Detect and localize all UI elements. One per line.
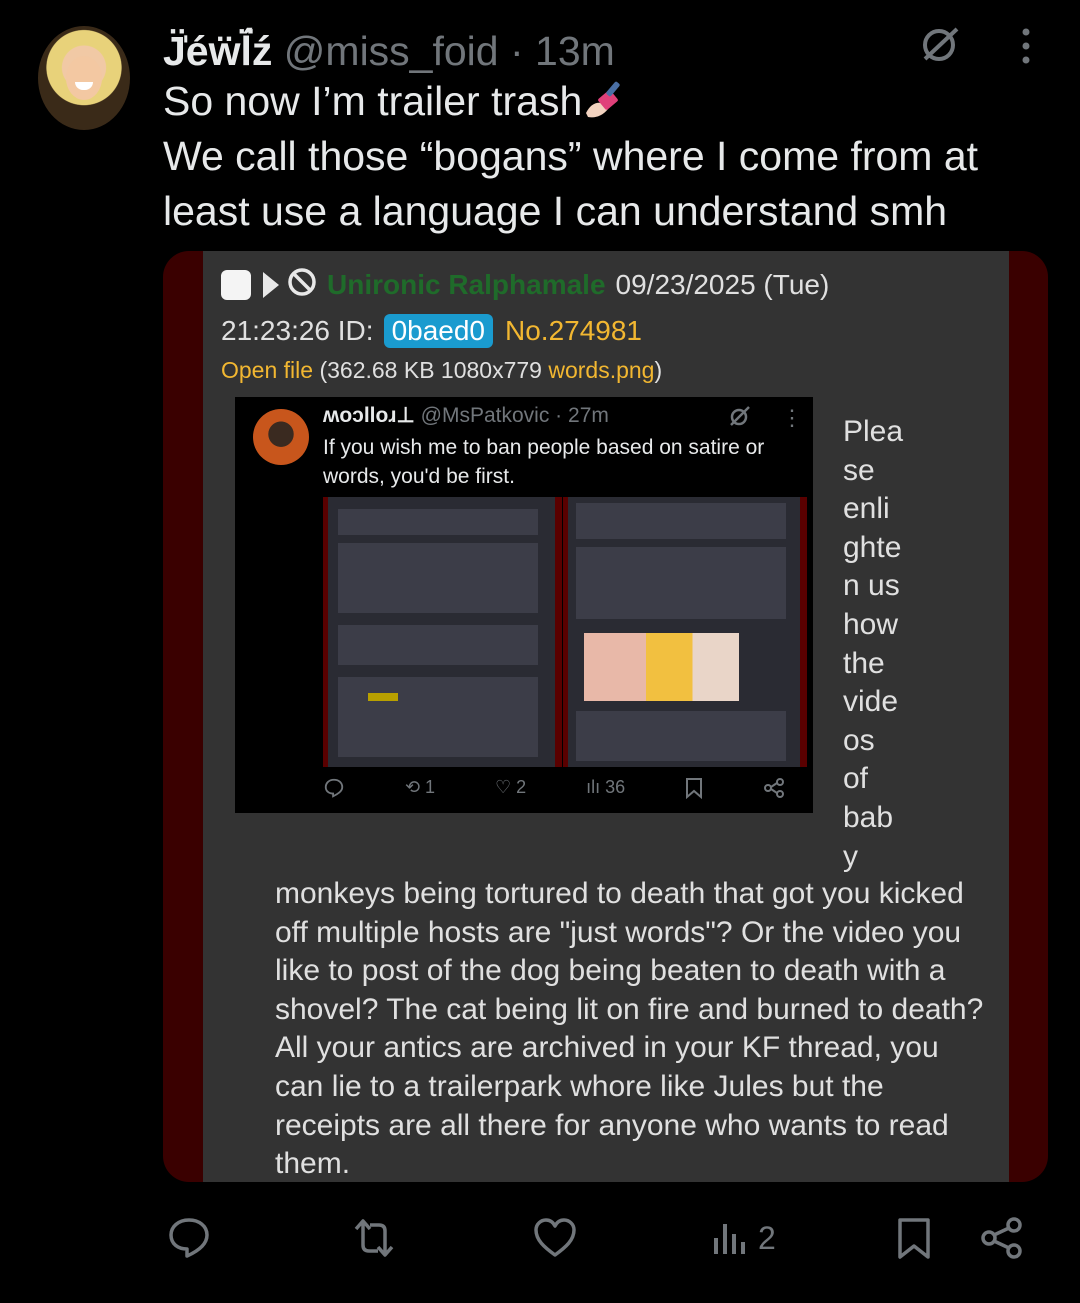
embedded-anime-image	[584, 633, 739, 701]
embedded-share-icon	[763, 777, 785, 804]
embedded-handle: @MsPatkovic	[420, 404, 550, 427]
more-options-icon[interactable]	[1004, 22, 1048, 66]
post-side-text-line: n us	[843, 569, 900, 603]
post-date: 09/23/2025 (Tue)	[615, 269, 830, 300]
post-side-text-line: Plea	[843, 415, 904, 448]
tweet-text-line1: So now I’m trailer trash	[163, 78, 583, 124]
nail-polish-emoji-icon	[582, 78, 626, 118]
views-icon	[712, 1218, 748, 1258]
views-count: 2	[758, 1219, 776, 1256]
tweet-action-bar: 2	[0, 1208, 1080, 1268]
post-panel: Unironic Ralphamale 09/23/2025 (Tue) 21:…	[203, 251, 1009, 1182]
timestamp[interactable]: 13m	[535, 28, 615, 74]
reply-button[interactable]	[166, 1208, 212, 1268]
avatar[interactable]	[38, 26, 130, 130]
poster-name: Unironic Ralphamale	[327, 269, 606, 300]
post-checkbox	[221, 270, 251, 300]
embedded-reply-icon	[323, 777, 345, 804]
embedded-avatar	[253, 409, 309, 465]
post-side-text-line: of	[843, 762, 869, 796]
file-info-close: )	[654, 357, 663, 383]
open-file-link: Open file	[221, 357, 314, 383]
embedded-tweet-image: ʍoɔlloɹ⊥ @MsPatkovic · 27m ⋮ If you wish…	[235, 397, 813, 813]
embedded-bookmark-icon	[685, 777, 703, 804]
post-side-text: Plea se enli ghte n us how the vide os of bab y	[843, 413, 943, 876]
file-name-link: words.png	[548, 357, 655, 383]
tweet-text: So now I’m trailer trash We call those “…	[163, 74, 1043, 239]
post-side-text-line: enli	[843, 492, 890, 526]
avatar-face	[66, 56, 102, 100]
embedded-more-icon: ⋮	[781, 405, 803, 430]
embedded-header: ʍoɔlloɹ⊥ @MsPatkovic · 27m	[323, 403, 609, 428]
retweet-button[interactable]	[350, 1208, 398, 1268]
post-side-text-line: os	[843, 723, 875, 757]
bookmark-icon	[894, 1215, 934, 1261]
heart-icon	[532, 1215, 578, 1261]
embedded-like: ♡ 2	[494, 777, 527, 797]
post-side-text-line: y	[843, 839, 858, 873]
tweet-text-rest: We call those “bogans” where I come from…	[163, 133, 979, 234]
handle[interactable]: @miss_foid	[284, 28, 499, 74]
share-button[interactable]	[980, 1208, 1024, 1268]
post-time: 21:23:26	[221, 315, 330, 346]
expand-triangle-icon	[263, 272, 279, 298]
display-name[interactable]: J̈̍éẅl̈́ź	[163, 28, 272, 74]
retweet-icon	[350, 1215, 398, 1261]
attached-image[interactable]: Unironic Ralphamale 09/23/2025 (Tue) 21:…	[163, 251, 1048, 1182]
hide-post-icon	[287, 267, 317, 304]
poster-id-badge: 0baed0	[383, 314, 493, 348]
reply-icon	[166, 1215, 212, 1261]
id-label: ID:	[337, 315, 374, 346]
embedded-text: If you wish me to ban people based on sa…	[323, 436, 765, 488]
post-body-text: monkeys being tortured to death that got…	[275, 877, 984, 1181]
embedded-thumbnail-left	[323, 497, 562, 767]
file-info: (362.68 KB 1080x779	[319, 357, 549, 383]
embedded-retweet: ⟲ 1	[404, 777, 436, 797]
embedded-retweet-count: 1	[425, 777, 436, 797]
post-side-text-line: se	[843, 453, 875, 487]
views-button[interactable]: 2	[712, 1208, 776, 1268]
post-side-text-line: vide	[843, 685, 899, 719]
embedded-like-count: 2	[516, 777, 527, 797]
post-meta-line: 21:23:26 ID: 0baed0 No.274981	[221, 311, 642, 351]
file-info-line: Open file (362.68 KB 1080x779 words.png)	[221, 357, 662, 384]
post-side-text-line: bab	[843, 800, 894, 834]
embedded-grok-icon	[729, 405, 751, 432]
embedded-views: ılı 36	[586, 777, 626, 797]
embedded-dot: ·	[549, 404, 569, 427]
share-icon	[980, 1215, 1024, 1261]
embedded-thumbnail-right	[563, 497, 807, 767]
grok-icon[interactable]	[918, 22, 962, 66]
post-header-line: Unironic Ralphamale 09/23/2025 (Tue)	[221, 265, 829, 305]
embedded-action-bar: ⟲ 1 ♡ 2 ılı 36	[323, 777, 785, 804]
embedded-view-count: 36	[605, 777, 626, 797]
embedded-time: 27m	[568, 404, 609, 427]
post-side-text-line: the	[843, 646, 885, 680]
post-side-text-line: how	[843, 607, 899, 641]
post-side-text-line: ghte	[843, 530, 902, 564]
post-number: No.274981	[505, 315, 643, 346]
dot-separator: ·	[498, 28, 536, 74]
like-button[interactable]	[532, 1208, 578, 1268]
tweet-header: J̈̍éẅl̈́ź @miss_foid · 13m	[163, 28, 615, 75]
bookmark-button[interactable]	[894, 1208, 934, 1268]
embedded-display-name: ʍoɔlloɹ⊥	[323, 404, 415, 427]
